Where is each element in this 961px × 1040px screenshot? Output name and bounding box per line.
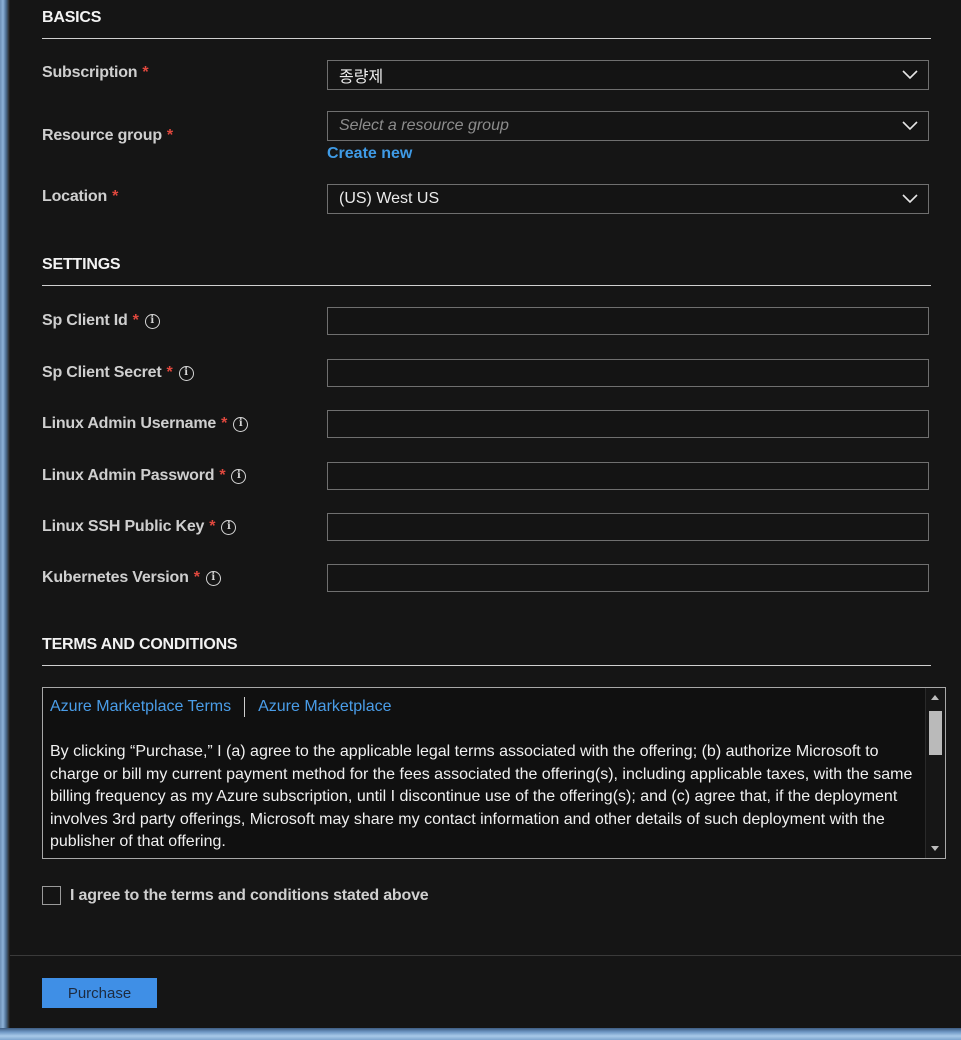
info-icon[interactable]: i [221,519,237,535]
terms-links: Azure Marketplace Terms Azure Marketplac… [50,697,392,717]
azure-marketplace-link[interactable]: Azure Marketplace [258,698,391,716]
link-separator [244,697,246,717]
chevron-down-icon [902,70,918,80]
info-icon[interactable]: i [231,468,247,484]
linux-admin-username-label-text: Linux Admin Username [42,415,217,432]
scroll-thumb[interactable] [929,711,942,755]
terms-scrollbar[interactable] [925,688,945,858]
terms-box: Azure Marketplace Terms Azure Marketplac… [42,687,946,859]
sp-client-secret-label: Sp Client Secret * i [42,364,194,382]
resource-group-select[interactable]: Select a resource group [327,111,929,141]
window-left-frame [0,0,10,1040]
subscription-select[interactable]: 종량제 [327,60,929,90]
sp-client-id-input[interactable] [327,307,929,335]
info-icon[interactable]: i [178,365,194,381]
terms-text: By clicking “Purchase,” I (a) agree to t… [50,743,913,850]
info-icon[interactable]: i [205,570,221,586]
sp-client-id-label: Sp Client Id * i [42,312,160,330]
location-label-text: Location [42,188,108,205]
section-title-basics: BASICS [42,9,102,26]
linux-admin-username-label: Linux Admin Username * i [42,415,249,433]
footer-divider [10,955,961,956]
linux-admin-password-label: Linux Admin Password * i [42,467,247,485]
purchase-button[interactable]: Purchase [42,978,157,1008]
resource-group-placeholder: Select a resource group [339,117,509,134]
scroll-up-arrow-icon[interactable] [931,695,939,700]
kubernetes-version-label-text: Kubernetes Version [42,569,189,586]
info-icon[interactable]: i [144,313,160,329]
linux-admin-password-label-text: Linux Admin Password [42,467,215,484]
subscription-value: 종량제 [339,69,384,86]
azure-marketplace-terms-link[interactable]: Azure Marketplace Terms [50,698,231,716]
scroll-down-arrow-icon[interactable] [931,846,939,851]
info-icon[interactable]: i [233,416,249,432]
resource-group-label: Resource group * [42,127,173,145]
section-title-terms: TERMS AND CONDITIONS [42,636,238,653]
required-marker: * [193,569,200,586]
required-marker: * [219,467,226,484]
sp-client-secret-label-text: Sp Client Secret [42,364,162,381]
subscription-label: Subscription * [42,64,149,82]
section-divider [42,285,931,286]
required-marker: * [142,64,149,81]
chevron-down-icon [902,121,918,131]
subscription-label-text: Subscription [42,64,138,81]
linux-admin-username-input[interactable] [327,410,929,438]
required-marker: * [166,364,173,381]
required-marker: * [209,518,216,535]
kubernetes-version-input[interactable] [327,564,929,592]
linux-ssh-public-key-label-text: Linux SSH Public Key [42,518,205,535]
chevron-down-icon [902,194,918,204]
location-label: Location * [42,188,118,206]
agree-terms-checkbox[interactable] [42,886,61,905]
section-divider [42,38,931,39]
agree-terms-label: I agree to the terms and conditions stat… [70,887,429,904]
location-value: (US) West US [339,190,440,207]
window-bottom-frame [0,1028,961,1040]
sp-client-secret-input[interactable] [327,359,929,387]
location-select[interactable]: (US) West US [327,184,929,214]
linux-ssh-public-key-label: Linux SSH Public Key * i [42,518,237,536]
required-marker: * [132,312,139,329]
resource-group-label-text: Resource group [42,127,162,144]
kubernetes-version-label: Kubernetes Version * i [42,569,221,587]
linux-admin-password-input[interactable] [327,462,929,490]
create-new-link[interactable]: Create new [327,145,412,163]
sp-client-id-label-text: Sp Client Id [42,312,128,329]
linux-ssh-public-key-input[interactable] [327,513,929,541]
required-marker: * [221,415,228,432]
section-title-settings: SETTINGS [42,256,121,273]
section-divider [42,665,931,666]
required-marker: * [166,127,173,144]
required-marker: * [112,188,119,205]
